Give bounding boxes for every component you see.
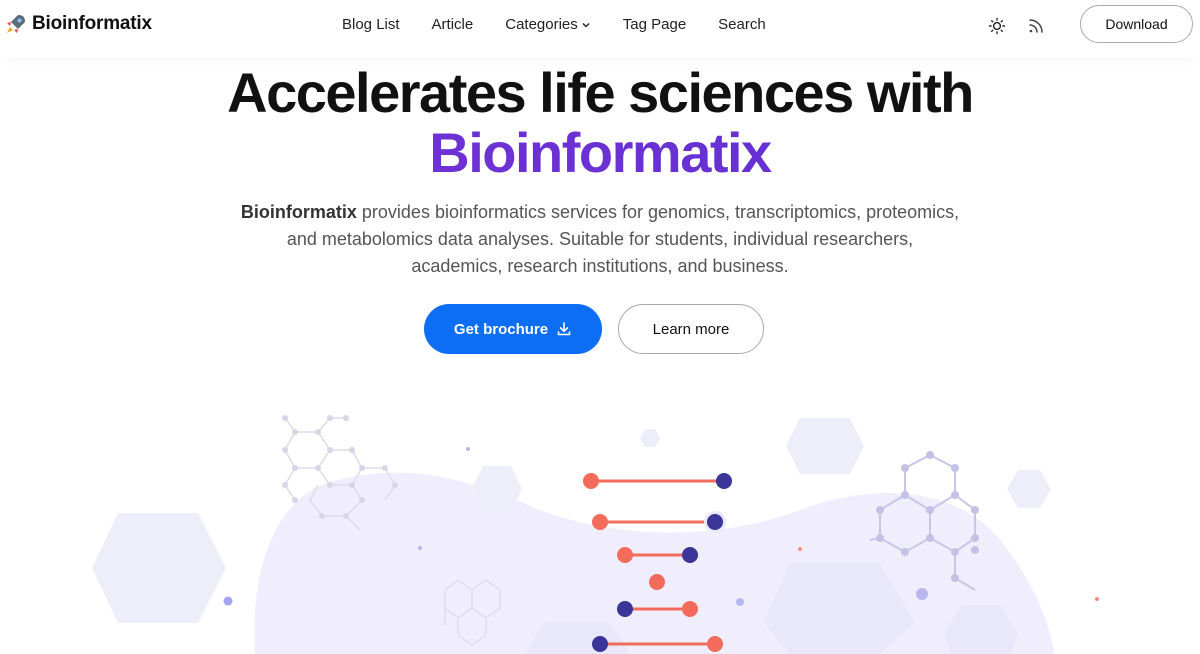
nav-article[interactable]: Article xyxy=(432,15,474,35)
nav-categories-label: Categories xyxy=(505,16,578,33)
hexagon-shape xyxy=(1007,470,1051,508)
download-icon xyxy=(557,322,571,336)
get-brochure-label: Get brochure xyxy=(453,320,549,338)
brand-name: Bioinformatix xyxy=(32,13,152,34)
hero-title-accent: Bioinformatix xyxy=(0,122,1200,184)
download-button[interactable]: Download xyxy=(1080,5,1193,43)
nav-search[interactable]: Search xyxy=(718,15,766,35)
decor-dot xyxy=(736,598,744,606)
rocket-icon xyxy=(7,15,25,33)
hexagon-shape xyxy=(786,418,864,474)
rss-button[interactable] xyxy=(1024,14,1048,38)
nav-tag-page[interactable]: Tag Page xyxy=(623,15,686,35)
nav-categories[interactable]: Categories xyxy=(505,15,591,35)
hexagon-shape xyxy=(640,429,660,447)
nav-blog-list[interactable]: Blog List xyxy=(342,15,400,35)
decor-dot xyxy=(798,547,802,551)
hexagon-shape xyxy=(92,513,226,623)
theme-toggle[interactable] xyxy=(985,14,1009,38)
background-blob xyxy=(254,472,1056,654)
decor-dot xyxy=(418,546,422,550)
decor-dot xyxy=(223,596,233,606)
hero-title: Accelerates life sciences with xyxy=(227,61,974,124)
hero-description-text: provides bioinformatics services for gen… xyxy=(286,202,960,276)
decor-dot xyxy=(466,447,470,451)
get-brochure-button[interactable]: Get brochure xyxy=(424,304,602,354)
dna-illustration xyxy=(92,415,1099,654)
decor-dot xyxy=(916,588,928,600)
chevron-down-icon xyxy=(582,23,590,28)
hero-description: Bioinformatix provides bioinformatics se… xyxy=(240,199,960,280)
hero-description-brand: Bioinformatix xyxy=(240,202,357,222)
main-nav: Blog List Article Categories Tag Page Se… xyxy=(342,15,766,35)
rss-icon xyxy=(1029,19,1043,33)
sun-icon xyxy=(988,17,1006,35)
brand[interactable]: Bioinformatix xyxy=(4,12,152,36)
site-header: Bioinformatix Blog List Article Categori… xyxy=(0,0,1200,58)
learn-more-button[interactable]: Learn more xyxy=(618,304,764,354)
decor-dot xyxy=(1095,597,1099,601)
